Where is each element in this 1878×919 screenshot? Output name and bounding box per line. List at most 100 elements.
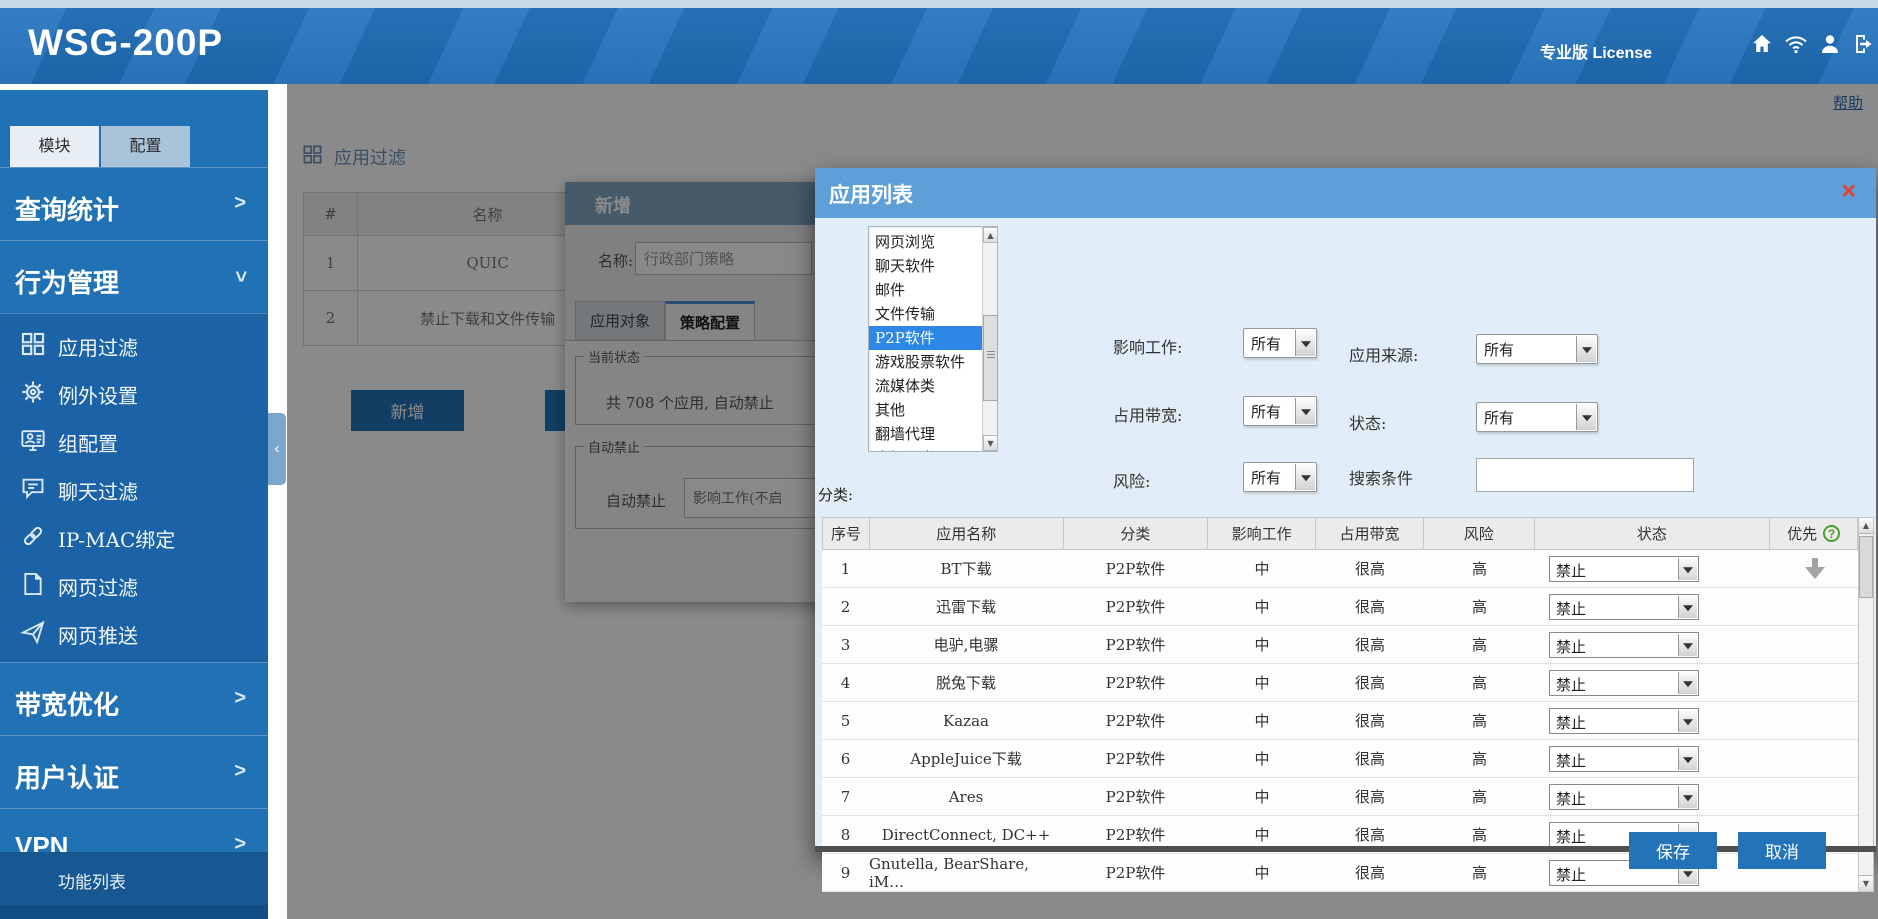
sidebar-group[interactable]: 行为管理> (0, 240, 268, 313)
cell: 7 (822, 778, 869, 815)
status-select[interactable]: 禁止 (1549, 784, 1699, 810)
priority-cell (1771, 664, 1858, 701)
wifi-icon[interactable] (1784, 32, 1808, 61)
status-select[interactable]: 禁止 (1549, 632, 1699, 658)
cell: Ares (869, 778, 1063, 815)
risk-filter-select[interactable]: 所有 (1243, 462, 1317, 492)
sidebar-group[interactable]: 带宽优化> (0, 662, 268, 735)
status-select[interactable]: 禁止 (1549, 594, 1699, 620)
sidebar-footer[interactable]: 功能列表 (0, 852, 268, 905)
application-window: WSG-200P 专业版 License 模块配置 查询统计>行为管理>应用过滤… (0, 0, 1878, 919)
status-select-value: 禁止 (1556, 674, 1586, 695)
cell: 8 (822, 816, 869, 853)
sidebar-item-网页过滤[interactable]: 网页过滤 (0, 560, 268, 608)
priority-down-arrow-icon[interactable] (1805, 558, 1825, 580)
category-item-聊天软件[interactable]: 聊天软件 (869, 254, 982, 278)
category-item-游戏股票软件[interactable]: 游戏股票软件 (869, 350, 982, 374)
cell: 5 (822, 702, 869, 739)
user-icon[interactable] (1818, 32, 1842, 61)
status-select[interactable]: 禁止 (1549, 708, 1699, 734)
chevron-down-icon (1678, 710, 1697, 732)
save-button[interactable]: 保存 (1629, 832, 1717, 869)
gear-icon (20, 379, 46, 405)
scroll-up-icon[interactable]: ▲ (1859, 518, 1873, 534)
cell: P2P软件 (1063, 778, 1208, 815)
sidebar-item-label: 例外设置 (58, 380, 138, 409)
sidebar-item-网页推送[interactable]: 网页推送 (0, 608, 268, 656)
category-item-未知分类[interactable]: 未知分类 (869, 446, 982, 451)
table-scroll-thumb[interactable] (1859, 536, 1873, 598)
sidebar-item-应用过滤[interactable]: 应用过滤 (0, 320, 268, 368)
cell: BT下载 (869, 550, 1063, 587)
category-item-其他[interactable]: 其他 (869, 398, 982, 422)
column-header-优先: 优先? (1770, 518, 1857, 549)
status-select[interactable]: 禁止 (1549, 670, 1699, 696)
search-input[interactable] (1476, 458, 1694, 492)
column-header-应用名称: 应用名称 (870, 518, 1064, 549)
cell: P2P软件 (1063, 854, 1208, 891)
category-item-翻墙代理[interactable]: 翻墙代理 (869, 422, 982, 446)
sidebar-item-label: IP-MAC绑定 (58, 524, 175, 553)
sidebar-tab-config[interactable]: 配置 (101, 126, 190, 167)
impact-filter-label: 影响工作: (1113, 334, 1182, 358)
cell: 很高 (1316, 778, 1424, 815)
cancel-button[interactable]: 取消 (1738, 832, 1826, 869)
listbox-scroll-thumb[interactable] (983, 315, 998, 401)
chevron-down-icon (1678, 596, 1697, 618)
scroll-up-icon[interactable]: ▲ (983, 227, 998, 243)
logout-icon[interactable] (1852, 32, 1876, 61)
sidebar-tab-module[interactable]: 模块 (10, 126, 99, 167)
category-item-流媒体类[interactable]: 流媒体类 (869, 374, 982, 398)
column-header-影响工作: 影响工作 (1208, 518, 1316, 549)
sidebar-item-聊天过滤[interactable]: 聊天过滤 (0, 464, 268, 512)
cell: 很高 (1316, 664, 1424, 701)
status-select-value: 禁止 (1556, 636, 1586, 657)
cell: 高 (1424, 626, 1535, 663)
cell: 4 (822, 664, 869, 701)
sidebar-group-label: 查询统计 (15, 190, 119, 227)
status-filter-label: 状态: (1349, 410, 1386, 434)
status-filter-value: 所有 (1484, 407, 1514, 428)
category-item-P2P软件[interactable]: P2P软件 (869, 326, 982, 350)
cell: 6 (822, 740, 869, 777)
sidebar-item-IP-MAC绑定[interactable]: IP-MAC绑定 (0, 512, 268, 560)
source-filter-select[interactable]: 所有 (1476, 334, 1598, 364)
sidebar-group[interactable]: 查询统计> (0, 167, 268, 240)
page-icon (20, 571, 46, 597)
cell: DirectConnect, DC++ (869, 816, 1063, 853)
status-select-value: 禁止 (1556, 864, 1586, 885)
cell: 3 (822, 626, 869, 663)
status-filter-select[interactable]: 所有 (1476, 402, 1598, 432)
sidebar-item-例外设置[interactable]: 例外设置 (0, 368, 268, 416)
impact-filter-select[interactable]: 所有 (1243, 328, 1317, 358)
sidebar-group[interactable]: 用户认证> (0, 735, 268, 808)
cell: P2P软件 (1063, 816, 1208, 853)
cell: 9 (822, 854, 869, 891)
status-select[interactable]: 禁止 (1549, 556, 1699, 582)
priority-cell (1771, 588, 1858, 625)
sidebar-collapse-handle[interactable]: ‹ (268, 413, 286, 485)
close-icon[interactable]: × (1841, 177, 1856, 205)
cell: 很高 (1316, 854, 1424, 891)
category-item-文件传输[interactable]: 文件传输 (869, 302, 982, 326)
category-item-网页浏览[interactable]: 网页浏览 (869, 230, 982, 254)
status-select-value: 禁止 (1556, 712, 1586, 733)
cell: 中 (1208, 702, 1316, 739)
cell: 高 (1424, 854, 1535, 891)
bandwidth-filter-select[interactable]: 所有 (1243, 396, 1317, 426)
modal-body: 网页浏览聊天软件邮件文件传输P2P软件游戏股票软件流媒体类其他翻墙代理未知分类 … (815, 218, 1876, 852)
chevron-down-icon (1295, 464, 1315, 490)
status-select[interactable]: 禁止 (1549, 746, 1699, 772)
cell: 很高 (1316, 588, 1424, 625)
chevron-down-icon (1678, 786, 1697, 808)
sidebar-group-label: 带宽优化 (15, 685, 119, 722)
sidebar-item-label: 聊天过滤 (58, 476, 138, 505)
home-icon[interactable] (1750, 32, 1774, 61)
application-row-BT下载: 1BT下载P2P软件中很高高禁止 (822, 550, 1858, 588)
scroll-down-icon[interactable]: ▼ (1859, 875, 1873, 891)
help-question-icon[interactable]: ? (1823, 525, 1840, 542)
category-item-邮件[interactable]: 邮件 (869, 278, 982, 302)
sidebar-item-组配置[interactable]: 组配置 (0, 416, 268, 464)
scroll-down-icon[interactable]: ▼ (983, 435, 998, 451)
priority-cell (1771, 778, 1858, 815)
